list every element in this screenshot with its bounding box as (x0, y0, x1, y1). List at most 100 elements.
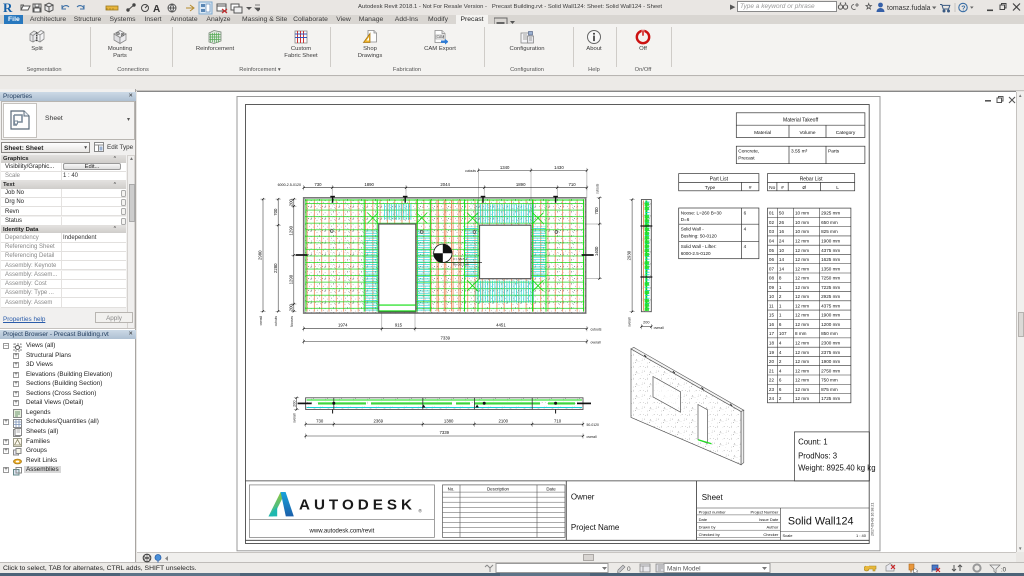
svg-text:Nooses: Nooses (290, 316, 294, 327)
svg-text:7339: 7339 (441, 336, 451, 341)
svg-text:12 mm: 12 mm (795, 340, 809, 345)
svg-text:12 mm: 12 mm (795, 285, 809, 290)
svg-text:14: 14 (779, 257, 785, 262)
svg-text:No.: No. (448, 486, 455, 491)
svg-text:12 mm: 12 mm (795, 350, 809, 355)
svg-text:08: 08 (769, 276, 775, 281)
svg-text:overall: overall (591, 340, 601, 344)
svg-text:7339: 7339 (440, 430, 450, 435)
svg-text:6: 6 (779, 322, 782, 327)
svg-text:1: 1 (779, 303, 782, 308)
svg-text:1900 mm: 1900 mm (821, 359, 840, 364)
svg-text:750 mm: 750 mm (821, 378, 838, 383)
svg-text:Ø: Ø (802, 185, 806, 191)
svg-text:825 mm: 825 mm (821, 229, 838, 234)
svg-text:Rb 0613-04: Rb 0613-04 (453, 262, 469, 266)
svg-text:700: 700 (594, 207, 599, 215)
svg-text:Parts: Parts (828, 149, 840, 155)
svg-text:2017-09-08 16:38:21: 2017-09-08 16:38:21 (871, 503, 875, 536)
svg-text:tomasz.fudala: tomasz.fudala (887, 5, 931, 12)
svg-text:1340: 1340 (500, 165, 510, 170)
svg-text:12 mm: 12 mm (795, 294, 809, 299)
svg-text:1: 1 (779, 313, 782, 318)
svg-text:03: 03 (769, 229, 775, 234)
svg-text:730: 730 (316, 419, 324, 424)
svg-text:Scale: Scale (783, 533, 794, 538)
svg-text:07: 07 (769, 266, 775, 271)
svg-text:19: 19 (769, 350, 775, 355)
svg-text:26: 26 (779, 220, 785, 225)
svg-text:02: 02 (769, 220, 775, 225)
svg-text:R: R (3, 1, 13, 15)
svg-text:730: 730 (314, 182, 322, 187)
svg-text:Main Model: Main Model (667, 566, 701, 573)
svg-text:overall: overall (259, 316, 263, 326)
svg-text:Checker: Checker (763, 532, 779, 537)
svg-text:Solid Wall -: Solid Wall - (681, 227, 705, 232)
svg-text:710: 710 (568, 182, 576, 187)
svg-text:12 mm: 12 mm (795, 378, 809, 383)
svg-text:22: 22 (769, 378, 775, 383)
svg-text:2: 2 (779, 396, 782, 401)
svg-text:4: 4 (779, 368, 782, 373)
svg-text:50-0120: 50-0120 (587, 423, 600, 427)
svg-text:Project number: Project number (699, 509, 727, 514)
svg-text:0: 0 (627, 566, 631, 573)
svg-text:overall: overall (587, 435, 597, 439)
svg-text:3.55 m³: 3.55 m³ (791, 149, 808, 155)
svg-text:23: 23 (769, 387, 775, 392)
svg-text:2930: 2930 (627, 250, 632, 260)
svg-text:Noose: L=260 B=30: Noose: L=260 B=30 (681, 210, 722, 215)
svg-text:1350 mm: 1350 mm (821, 266, 840, 271)
svg-text:850 mm: 850 mm (821, 331, 838, 336)
svg-text:1: 1 (779, 285, 782, 290)
svg-text:Project Name: Project Name (571, 523, 620, 532)
svg-text:12 mm: 12 mm (795, 276, 809, 281)
svg-text:200: 200 (643, 321, 649, 325)
svg-text:12 mm: 12 mm (795, 313, 809, 318)
svg-text:1290: 1290 (288, 225, 293, 235)
svg-text:700: 700 (273, 208, 278, 216)
svg-text:2280: 2280 (273, 263, 278, 273)
svg-text:2369: 2369 (374, 419, 384, 424)
svg-text:2: 2 (779, 359, 782, 364)
svg-text:cutouts: cutouts (591, 328, 602, 332)
svg-text:10 mm: 10 mm (795, 220, 809, 225)
svg-text:915: 915 (395, 323, 403, 328)
svg-text:875 mm: 875 mm (821, 387, 838, 392)
svg-text:12 mm: 12 mm (795, 322, 809, 327)
svg-text:05: 05 (769, 248, 775, 253)
svg-text:Drawn by: Drawn by (699, 525, 716, 530)
svg-text:20: 20 (769, 359, 775, 364)
svg-text:Solid Wall124: Solid Wall124 (788, 516, 854, 528)
svg-text:04: 04 (769, 239, 775, 244)
svg-text:10 mm: 10 mm (795, 211, 809, 216)
svg-text:3 = 58x5 d: 3 = 58x5 d (453, 257, 467, 261)
svg-text:Volume: Volume (800, 130, 816, 136)
svg-text:1 : 40: 1 : 40 (856, 533, 867, 538)
svg-text:1900 mm: 1900 mm (821, 239, 840, 244)
svg-text:6: 6 (744, 210, 747, 215)
svg-text:50: 50 (779, 211, 785, 216)
svg-text:2925 mm: 2925 mm (821, 211, 840, 216)
svg-text:10: 10 (779, 248, 785, 253)
svg-text:15: 15 (769, 313, 775, 318)
svg-text:2925 mm: 2925 mm (821, 294, 840, 299)
svg-text:www.autodesk.com/revit: www.autodesk.com/revit (309, 528, 375, 534)
svg-text:200: 200 (288, 303, 293, 311)
svg-text:7250 mm: 7250 mm (821, 276, 840, 281)
svg-text:12 mm: 12 mm (795, 239, 809, 244)
svg-text:Author: Author (767, 525, 779, 530)
svg-text:12 mm: 12 mm (795, 303, 809, 308)
svg-text:2980: 2980 (258, 250, 263, 260)
svg-text:17: 17 (769, 331, 775, 336)
svg-text:2375 mm: 2375 mm (821, 350, 840, 355)
svg-text:No: No (769, 185, 775, 191)
svg-text:#: # (749, 185, 752, 191)
svg-text:7225 mm: 7225 mm (821, 285, 840, 290)
svg-text:Count: 1: Count: 1 (798, 437, 827, 446)
svg-text:cutouts: cutouts (274, 316, 278, 327)
svg-text:1890: 1890 (364, 182, 374, 187)
svg-text:Date: Date (699, 517, 708, 522)
svg-text:Bushing: 50-0120: Bushing: 50-0120 (681, 233, 717, 238)
